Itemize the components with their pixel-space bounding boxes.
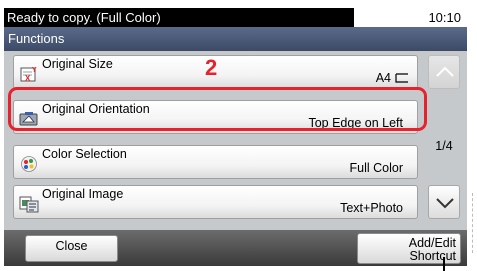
function-value: Text+Photo (340, 201, 403, 215)
step-number: 2 (205, 55, 218, 80)
svg-text:X: X (25, 74, 31, 83)
status-bar: Ready to copy. (Full Color) 10:10 (4, 8, 467, 27)
shortcut-label-line2: Shortcut (409, 249, 456, 263)
color-selection-icon (21, 156, 37, 172)
paper-landscape-icon (395, 73, 408, 83)
dashed-guide (472, 193, 474, 253)
function-label: Original Image (42, 187, 124, 201)
add-edit-shortcut-button[interactable]: Add/Edit Shortcut (357, 233, 461, 264)
function-label: Color Selection (42, 147, 127, 161)
selection-highlight (8, 87, 427, 131)
copier-panel: Ready to copy. (Full Color) 10:10 Functi… (4, 8, 467, 266)
callout-line (443, 257, 445, 271)
function-original-image[interactable]: Original Image Text+Photo (13, 185, 418, 219)
scroll-up-button[interactable] (428, 55, 460, 89)
status-message: Ready to copy. (Full Color) (4, 8, 354, 27)
chevron-up-icon (436, 66, 454, 77)
status-time: 10:10 (428, 10, 461, 25)
scroll-down-button[interactable] (428, 185, 460, 219)
function-label: Original Size (42, 57, 113, 71)
function-value: Full Color (349, 161, 404, 175)
bottom-bar: Close Add/Edit Shortcut (4, 230, 467, 266)
functions-header: Functions (4, 27, 467, 51)
chevron-down-icon (436, 198, 454, 209)
original-size-icon: X Y (20, 67, 37, 83)
original-image-icon (19, 196, 39, 213)
page-indicator: 1/4 (435, 139, 453, 153)
function-value: A4 (375, 71, 391, 85)
function-color-selection[interactable]: Color Selection Full Color (13, 145, 418, 179)
svg-text:Y: Y (32, 67, 37, 74)
close-button[interactable]: Close (25, 235, 118, 262)
